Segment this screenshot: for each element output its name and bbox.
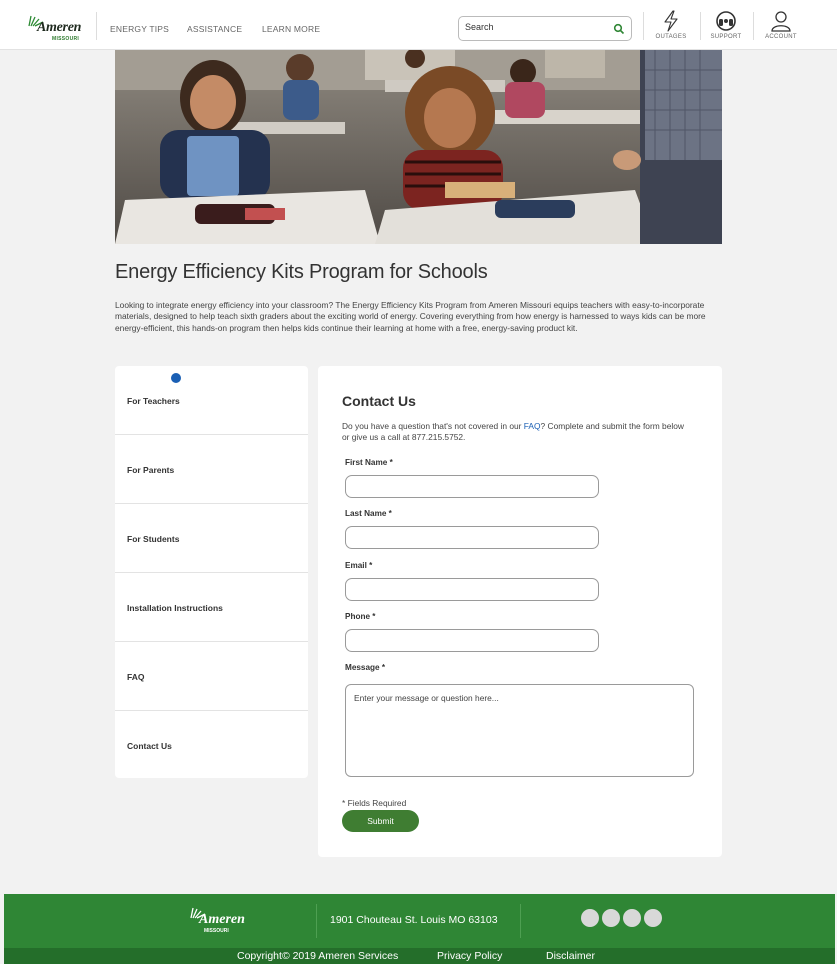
last-name-field[interactable] <box>345 526 599 549</box>
hero-classroom-image <box>115 50 722 244</box>
footer-address: 1901 Chouteau St. Louis MO 63103 <box>330 914 498 926</box>
message-field[interactable] <box>345 684 694 777</box>
social-icon[interactable] <box>581 909 599 927</box>
classroom-photo-icon <box>115 50 722 244</box>
nav-assistance[interactable]: ASSISTANCE <box>187 24 242 34</box>
sidebar-item-label: Contact Us <box>127 741 172 751</box>
faq-link[interactable]: FAQ <box>524 421 541 431</box>
submit-button[interactable]: Submit <box>342 810 419 832</box>
account-link[interactable]: ACCOUNT <box>756 10 806 46</box>
ameren-logo[interactable]: Ameren MISSOURI <box>27 14 87 42</box>
sidebar-item-installation-instructions[interactable]: Installation Instructions <box>115 573 308 642</box>
social-icon[interactable] <box>644 909 662 927</box>
page-title: Energy Efficiency Kits Program for Schoo… <box>115 261 488 283</box>
required-fields-note: * Fields Required <box>342 798 407 808</box>
sidebar-item-for-students[interactable]: For Students <box>115 504 308 573</box>
sidebar-item-label: For Teachers <box>127 396 180 406</box>
headset-icon <box>716 11 736 31</box>
active-indicator-dot <box>171 373 181 383</box>
sidebar-item-contact-us[interactable]: Contact Us <box>115 711 308 780</box>
search-input[interactable] <box>465 22 605 32</box>
nav-learn-more[interactable]: LEARN MORE <box>262 24 320 34</box>
footer-logo-wordmark: Ameren <box>199 912 245 927</box>
disclaimer-link[interactable]: Disclaimer <box>546 950 595 962</box>
outages-link[interactable]: OUTAGES <box>646 10 696 46</box>
social-icon[interactable] <box>623 909 641 927</box>
footer-logo-subtitle: MISSOURI <box>204 928 229 934</box>
phone-field[interactable] <box>345 629 599 652</box>
intro-paragraph: Looking to integrate energy efficiency i… <box>115 300 706 333</box>
footer-divider <box>520 904 521 938</box>
header-divider <box>753 12 754 40</box>
phone-label: Phone * <box>345 612 376 621</box>
lightning-bolt-icon <box>664 10 678 32</box>
site-header: Ameren MISSOURI ENERGY TIPS ASSISTANCE L… <box>0 0 837 50</box>
search-icon[interactable] <box>613 23 625 35</box>
sidebar-item-label: For Parents <box>127 465 175 475</box>
support-link[interactable]: SUPPORT <box>701 10 751 46</box>
first-name-label: First Name * <box>345 458 393 467</box>
user-account-icon <box>771 11 791 32</box>
privacy-policy-link[interactable]: Privacy Policy <box>437 950 502 962</box>
nav-energy-tips[interactable]: ENERGY TIPS <box>110 24 169 34</box>
footer-logo[interactable]: Ameren MISSOURI <box>189 906 251 936</box>
sidebar-item-label: Installation Instructions <box>127 603 223 613</box>
first-name-field[interactable] <box>345 475 599 498</box>
site-footer: Ameren MISSOURI 1901 Chouteau St. Louis … <box>4 894 835 964</box>
logo-wordmark: Ameren <box>37 20 82 35</box>
outages-label: OUTAGES <box>655 34 687 40</box>
copyright-text: Copyright© 2019 Ameren Services <box>237 950 399 962</box>
contact-description-text: Do you have a question that's not covere… <box>342 421 524 431</box>
social-icon[interactable] <box>602 909 620 927</box>
sidebar-item-label: For Students <box>127 534 180 544</box>
account-label: ACCOUNT <box>765 34 797 40</box>
sidebar-item-label: FAQ <box>127 672 145 682</box>
search-box[interactable] <box>458 16 632 41</box>
email-label: Email * <box>345 561 373 570</box>
contact-form-card: Contact Us Do you have a question that's… <box>318 366 722 857</box>
sidebar-item-for-teachers[interactable]: For Teachers <box>115 366 308 435</box>
header-divider <box>96 12 97 40</box>
sidebar-item-for-parents[interactable]: For Parents <box>115 435 308 504</box>
support-label: SUPPORT <box>710 34 742 40</box>
sidebar-item-faq[interactable]: FAQ <box>115 642 308 711</box>
logo-subtitle: MISSOURI <box>52 36 80 42</box>
sidebar-nav: For Teachers For Parents For Students In… <box>115 366 308 778</box>
email-field[interactable] <box>345 578 599 601</box>
contact-title: Contact Us <box>342 393 416 409</box>
header-divider <box>643 12 644 40</box>
contact-description: Do you have a question that's not covere… <box>342 421 692 443</box>
message-label: Message * <box>345 663 386 672</box>
last-name-label: Last Name * <box>345 509 392 518</box>
footer-bottom-bar: Copyright© 2019 Ameren Services Privacy … <box>4 948 835 964</box>
footer-divider <box>316 904 317 938</box>
